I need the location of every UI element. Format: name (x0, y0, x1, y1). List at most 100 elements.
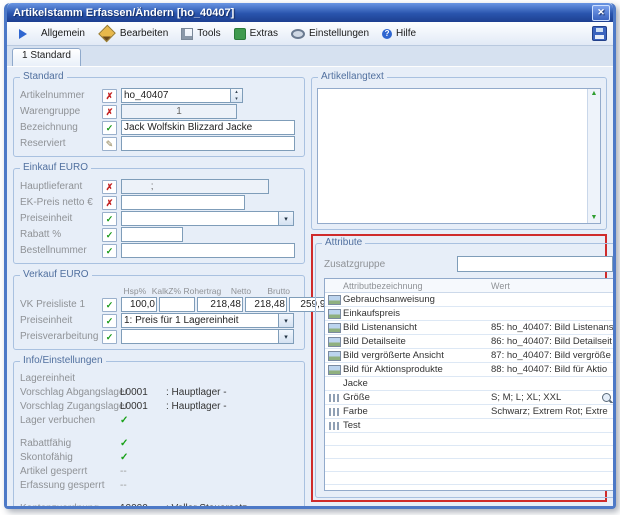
column-header: Hsp% (119, 286, 151, 296)
preiseinheit-ek-field: ▾ (121, 211, 294, 226)
table-row[interactable]: Größe S; M; L; XL; XXL (325, 391, 613, 405)
zusatzgruppe-input[interactable] (457, 256, 613, 272)
field-row-bestellnummer: Bestellnummer ✓ (20, 243, 298, 258)
window-title: Artikelstamm Erfassen/Ändern [ho_40407] (13, 7, 592, 19)
warengruppe-input[interactable] (121, 104, 237, 119)
artikelnummer-input[interactable] (121, 88, 231, 103)
attribute-wert: 86: ho_40407: Bild Detailseit (491, 336, 613, 347)
spinner-control[interactable]: ▴▾ (231, 88, 243, 103)
group-info: Info/Einstellungen Lagereinheit Vorschla… (13, 361, 305, 506)
rohertrag-input[interactable] (197, 297, 243, 312)
artikelnummer-field: ▴▾ (121, 88, 243, 103)
gear-icon (291, 29, 305, 39)
menu-bearbeiten[interactable]: Bearbeiten (92, 25, 174, 42)
scroll-down-icon[interactable]: ▼ (591, 214, 598, 222)
hauptlieferant-input[interactable] (121, 179, 269, 194)
pencil-icon (98, 25, 116, 43)
field-row-preiseinheit-vk: Preiseinheit ✓ ▾ (20, 313, 298, 328)
zusatzgruppe-field: ▾ (457, 256, 613, 272)
langtext-textarea[interactable]: ▲ ▼ (317, 88, 601, 224)
table-row[interactable]: Einkaufspreis (325, 307, 613, 321)
chevron-down-icon[interactable]: ▾ (279, 211, 294, 226)
chevron-down-icon[interactable]: ▾ (279, 313, 294, 328)
red-highlight-annotation: Attribute Zusatzgruppe ▾ Attributbeze (311, 234, 607, 502)
table-row[interactable]: Bild Listenansicht 85: ho_40407: Bild Li… (325, 321, 613, 335)
save-icon[interactable] (592, 26, 607, 41)
info-value: L0001 (120, 401, 166, 412)
tab-strip: 1 Standard (7, 46, 613, 67)
screenshot-stage: Artikelstamm Erfassen/Ändern [ho_40407] … (0, 0, 620, 515)
column-header: KalkZ% (151, 286, 183, 296)
rabatt-input[interactable] (121, 227, 183, 242)
netto-input[interactable] (245, 297, 287, 312)
attribute-name: Test (343, 420, 491, 431)
info-row: Skontofähig ✓ (20, 450, 298, 464)
dash-icon: -- (120, 480, 166, 491)
hsp-input[interactable] (121, 297, 157, 312)
langtext-body[interactable] (318, 89, 587, 223)
scrollbar[interactable]: ▲ ▼ (587, 89, 600, 223)
ekpreis-input[interactable] (121, 195, 245, 210)
check-icon: ✓ (102, 314, 117, 328)
spin-up-icon[interactable]: ▴ (231, 89, 242, 96)
field-label: Artikelnummer (20, 90, 102, 101)
table-row[interactable]: Jacke (325, 377, 613, 391)
preisverarbeitung-input[interactable] (121, 329, 279, 344)
title-bar[interactable]: Artikelstamm Erfassen/Ändern [ho_40407] … (7, 3, 613, 22)
scroll-up-icon[interactable]: ▲ (591, 90, 598, 98)
info-label: Skontofähig (20, 452, 120, 463)
preiseinheit-vk-input[interactable] (121, 313, 279, 328)
menu-bar: Allgemein Bearbeiten Tools Extras Einste… (7, 22, 613, 46)
info-value2: : Hauptlager - (166, 401, 227, 412)
group-title: Info/Einstellungen (20, 355, 106, 366)
reserviert-input[interactable] (121, 136, 295, 151)
empty-row (325, 433, 613, 446)
list-icon (329, 408, 339, 416)
empty-row (325, 472, 613, 485)
menu-hilfe[interactable]: ? Hilfe (376, 26, 422, 41)
field-row-preiseinheit-ek: Preiseinheit ✓ ▾ (20, 211, 298, 226)
menu-label: Hilfe (396, 28, 416, 39)
field-label: Warengruppe (20, 106, 102, 117)
group-standard: Standard Artikelnummer ✗ ▴▾ Warengruppe … (13, 77, 305, 157)
table-row[interactable]: Bild für Aktionsprodukte 88: ho_40407: B… (325, 363, 613, 377)
table-row[interactable]: Bild vergrößerte Ansicht 87: ho_40407: B… (325, 349, 613, 363)
info-row: Kontenzuordnung 10000 : Voller Steuersat… (20, 501, 298, 506)
menu-allgemein[interactable]: Allgemein (13, 26, 91, 41)
magnifier-icon[interactable] (602, 393, 611, 402)
spin-down-icon[interactable]: ▾ (231, 96, 242, 103)
menu-einstellungen[interactable]: Einstellungen (285, 26, 375, 41)
field-label: Preiseinheit (20, 315, 102, 326)
bezeichnung-input[interactable] (121, 120, 295, 135)
preiseinheit-ek-input[interactable] (121, 211, 279, 226)
group-title: Standard (20, 71, 67, 82)
kalkz-input[interactable] (159, 297, 195, 312)
menu-extras[interactable]: Extras (228, 26, 284, 42)
image-icon (328, 365, 341, 375)
check-icon: ✓ (102, 228, 117, 242)
field-row-preisverarbeitung: Preisverarbeitung ✓ ▾ (20, 329, 298, 344)
table-row[interactable]: Gebrauchsanweisung (325, 293, 613, 307)
tab-standard[interactable]: 1 Standard (12, 48, 81, 66)
info-row: Lagereinheit (20, 371, 298, 385)
extras-icon (234, 28, 246, 40)
attribute-wert: 85: ho_40407: Bild Listenans (491, 322, 613, 333)
empty-row (325, 446, 613, 459)
info-label: Vorschlag Abgangslager (20, 387, 120, 398)
allgemein-icon (19, 29, 37, 39)
attribute-wert: 87: ho_40407: Bild vergröße (491, 350, 613, 361)
field-row-warengruppe: Warengruppe ✗ (20, 104, 298, 119)
group-title: Attribute (322, 237, 365, 248)
attribute-name: Gebrauchsanweisung (343, 294, 491, 305)
menu-label: Allgemein (41, 28, 85, 39)
chevron-down-icon[interactable]: ▾ (279, 329, 294, 344)
menu-tools[interactable]: Tools (175, 26, 226, 42)
close-button[interactable]: ✕ (592, 5, 610, 21)
column-header-wert: Wert (491, 281, 613, 291)
table-row[interactable]: Farbe Schwarz; Extrem Rot; Extre (325, 405, 613, 419)
table-row[interactable]: Test (325, 419, 613, 433)
table-row[interactable]: Bild Detailseite 86: ho_40407: Bild Deta… (325, 335, 613, 349)
bestellnummer-input[interactable] (121, 243, 295, 258)
tools-icon (181, 28, 193, 40)
attribute-name: Farbe (343, 406, 491, 417)
